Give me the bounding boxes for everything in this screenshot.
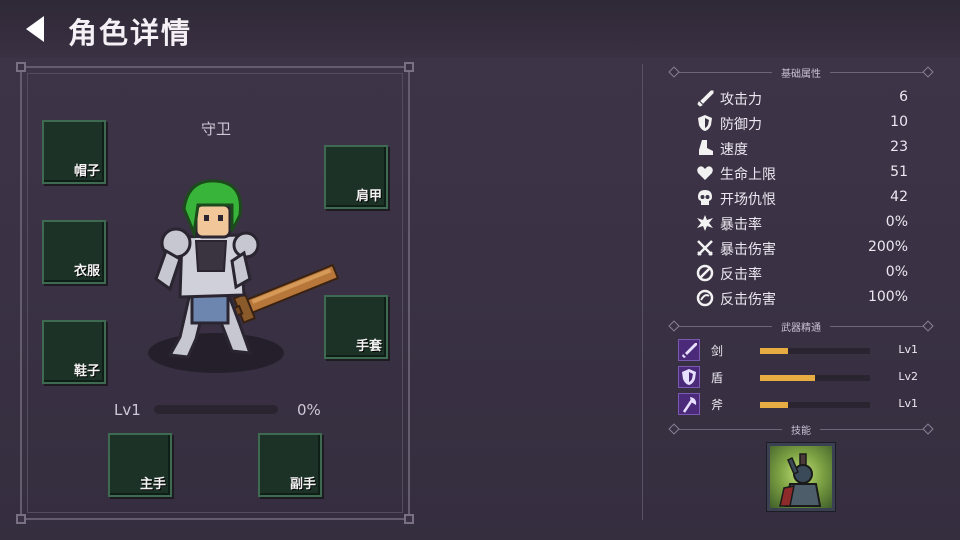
mastery-label: 盾 <box>711 371 724 385</box>
counter-icon <box>696 264 714 282</box>
xp-bar <box>154 405 278 414</box>
stat-label: 反击伤害 <box>720 292 776 308</box>
shield-mastery-icon <box>678 366 700 388</box>
stat-row: 反击率 0% <box>696 263 912 283</box>
mastery-progress-bar <box>760 348 870 354</box>
slot-shoes[interactable]: 鞋子 <box>42 320 106 384</box>
axe-mastery-icon <box>678 393 700 415</box>
stat-label: 防御力 <box>720 117 762 133</box>
stat-label: 反击率 <box>720 267 762 283</box>
slot-hat[interactable]: 帽子 <box>42 120 106 184</box>
mastery-progress-fill <box>760 348 788 354</box>
section-title: 武器精通 <box>781 323 821 334</box>
mastery-label: 斧 <box>711 398 724 412</box>
section-header-skills: 技能 <box>668 422 934 437</box>
mastery-progress-fill <box>760 375 815 381</box>
mastery-label: 剑 <box>711 344 724 358</box>
back-arrow-icon[interactable] <box>22 14 50 44</box>
slot-main-hand[interactable]: 主手 <box>108 433 172 497</box>
frame-corner <box>16 514 26 524</box>
mastery-progress-bar <box>760 402 870 408</box>
character-name: 守卫 <box>200 120 231 138</box>
stat-value: 23 <box>890 139 908 155</box>
slot-label: 手套 <box>355 339 382 354</box>
section-title: 技能 <box>791 426 811 437</box>
mastery-level: Lv2 <box>898 370 918 383</box>
character-sprite <box>148 179 340 373</box>
stat-value: 6 <box>899 89 908 105</box>
stat-value: 51 <box>890 164 908 180</box>
warrior-rally-skill-icon[interactable] <box>767 443 835 511</box>
stat-row: 开场仇恨 42 <box>696 188 912 208</box>
stat-value: 100% <box>867 289 908 305</box>
slot-label: 衣服 <box>73 264 100 279</box>
stat-label: 生命上限 <box>720 167 776 183</box>
stat-label: 暴击伤害 <box>720 242 776 258</box>
section-header-mastery: 武器精通 <box>668 319 934 334</box>
stat-label: 攻击力 <box>720 92 762 108</box>
mastery-row: 斧 Lv1 <box>678 393 922 417</box>
stat-row: 生命上限 51 <box>696 163 912 183</box>
section-title: 基础属性 <box>781 69 821 80</box>
frame-corner <box>404 514 414 524</box>
frame-corner <box>16 62 26 72</box>
skull-icon <box>698 190 712 205</box>
stat-label: 速度 <box>720 142 748 158</box>
shield-icon <box>698 115 712 131</box>
section-header-stats: 基础属性 <box>668 65 934 80</box>
mastery-row: 剑 Lv1 <box>678 339 922 363</box>
stat-row: 防御力 10 <box>696 113 912 133</box>
crossed-swords-icon <box>697 240 713 256</box>
xp-percent: 0% <box>297 401 321 419</box>
stat-label: 暴击率 <box>720 217 762 233</box>
stat-row: 暴击伤害 200% <box>696 238 912 258</box>
stat-label: 开场仇恨 <box>720 192 776 208</box>
stat-value: 0% <box>885 264 908 280</box>
mastery-progress-bar <box>760 375 870 381</box>
heart-icon <box>697 166 713 180</box>
stat-row: 攻击力 6 <box>696 88 912 108</box>
stat-value: 200% <box>867 239 908 255</box>
stat-row: 反击伤害 100% <box>696 288 912 308</box>
stat-row: 暴击率 0% <box>696 213 912 233</box>
top-bar: 角色详情 <box>0 0 960 58</box>
slot-clothes[interactable]: 衣服 <box>42 220 106 284</box>
sword-icon <box>697 90 714 107</box>
panel-divider <box>642 64 643 520</box>
stat-value: 0% <box>885 214 908 230</box>
counter-damage-icon <box>696 289 714 307</box>
slot-label: 鞋子 <box>73 364 100 379</box>
boot-icon <box>699 140 713 155</box>
mastery-level: Lv1 <box>898 397 918 410</box>
slot-label: 帽子 <box>73 164 100 179</box>
stat-row: 速度 23 <box>696 138 912 158</box>
character-level: Lv1 <box>114 401 141 419</box>
stat-value: 42 <box>890 189 908 205</box>
crit-burst-icon <box>697 215 713 231</box>
mastery-progress-fill <box>760 402 788 408</box>
stat-value: 10 <box>890 114 908 130</box>
mastery-row: 盾 Lv2 <box>678 366 922 390</box>
page-title: 角色详情 <box>68 16 193 50</box>
sword-mastery-icon <box>678 339 700 361</box>
slot-label: 副手 <box>289 477 316 492</box>
mastery-level: Lv1 <box>898 343 918 356</box>
frame-corner <box>404 62 414 72</box>
slot-label: 主手 <box>139 477 166 492</box>
slot-label: 肩甲 <box>355 189 382 204</box>
slot-off-hand[interactable]: 副手 <box>258 433 322 497</box>
